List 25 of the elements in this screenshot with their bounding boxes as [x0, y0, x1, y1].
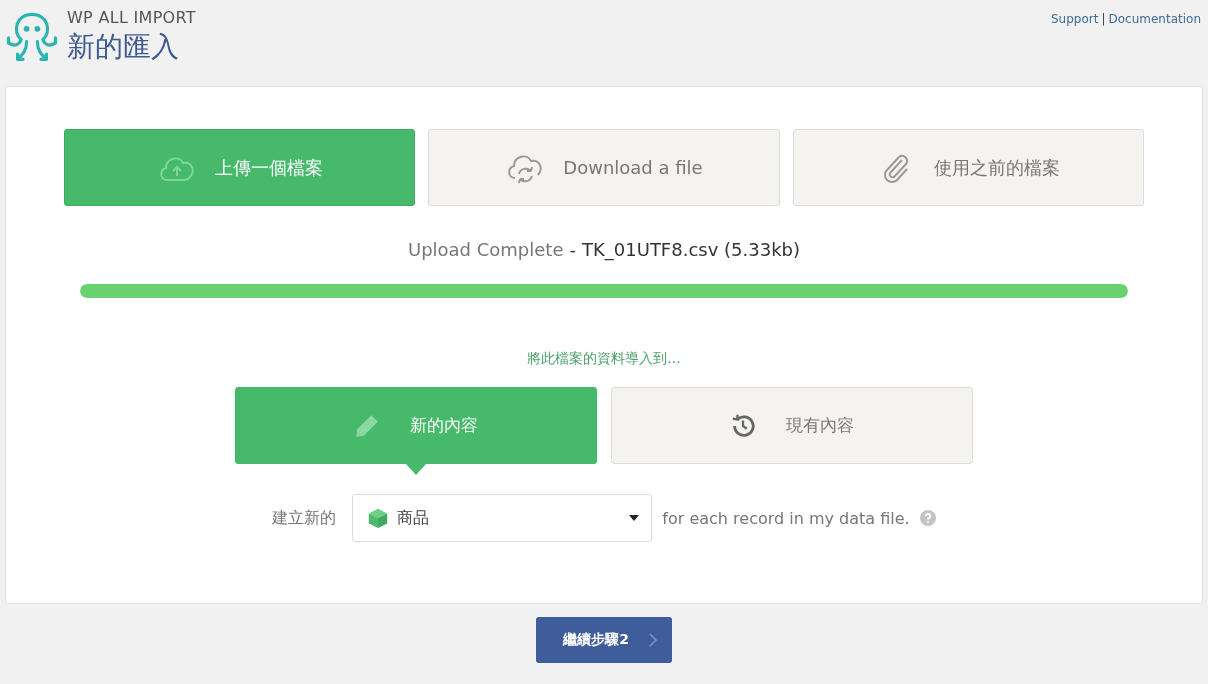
- upload-status: Upload Complete: [407, 239, 564, 260]
- box-icon: [367, 507, 390, 529]
- brand-name: WP ALL IMPORT: [67, 8, 196, 27]
- selection-pointer-icon: [406, 464, 426, 475]
- file-name: TK_01UTF8.csv (5.33kb): [582, 239, 801, 260]
- page-title: 新的匯入: [67, 29, 180, 65]
- import-prompt: 將此檔案的資料導入到...: [526, 350, 682, 368]
- history-icon: [730, 412, 756, 439]
- source-tab[interactable]: 使用之前的檔案: [792, 129, 1144, 206]
- separator: -: [569, 239, 576, 260]
- create-label: 建立新的: [272, 507, 337, 529]
- create-suffix: for each record in my data file.: [662, 508, 910, 528]
- link-separator: |: [1101, 12, 1106, 26]
- pencil-icon: [354, 412, 380, 439]
- source-tab[interactable]: 上傳一個檔案: [64, 129, 416, 206]
- help-link[interactable]: Documentation: [1108, 12, 1201, 26]
- caret-icon: [629, 515, 640, 521]
- source-tab[interactable]: Download a file: [428, 129, 780, 206]
- target-option[interactable]: 現有內容: [611, 387, 973, 464]
- help-link[interactable]: Support: [1051, 12, 1099, 26]
- target-option[interactable]: 新的內容: [235, 387, 597, 464]
- help-icon[interactable]: [919, 510, 936, 526]
- chevron-right-icon: [648, 633, 657, 647]
- continue-button[interactable]: 繼續步驟2: [536, 617, 672, 663]
- post-type-select[interactable]: 商品: [352, 494, 653, 542]
